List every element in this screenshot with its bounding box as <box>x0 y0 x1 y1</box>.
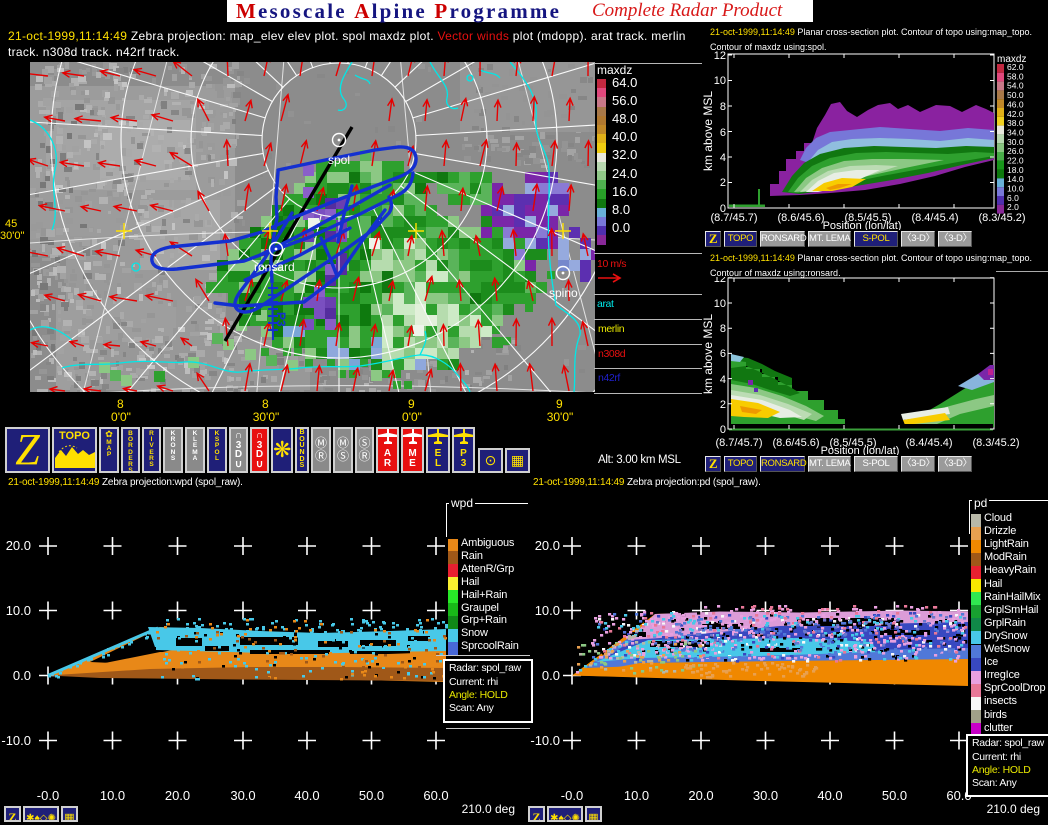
svg-text:30.0: 30.0 <box>230 788 255 803</box>
svg-text:Position (lon/lat): Position (lon/lat) <box>821 445 900 455</box>
svg-text:10.0: 10.0 <box>6 603 31 618</box>
svg-text:20.0: 20.0 <box>165 788 190 803</box>
svg-text:2.0: 2.0 <box>1007 202 1019 212</box>
svg-text:8: 8 <box>720 101 726 113</box>
svg-text:6: 6 <box>720 348 726 360</box>
svg-text:-10.0: -10.0 <box>530 733 560 748</box>
svg-text:30.0: 30.0 <box>753 788 778 803</box>
svg-text:2: 2 <box>720 177 726 189</box>
svg-text:0: 0 <box>720 424 726 436</box>
svg-text:6: 6 <box>720 127 726 139</box>
svg-text:10.0: 10.0 <box>100 788 125 803</box>
svg-text:10: 10 <box>714 75 726 87</box>
svg-text:km above MSL: km above MSL <box>701 314 715 394</box>
svg-text:(8.6/45.6): (8.6/45.6) <box>777 212 824 224</box>
svg-text:8: 8 <box>720 323 726 335</box>
svg-text:(8.6/45.6): (8.6/45.6) <box>772 437 819 449</box>
svg-text:40.0: 40.0 <box>294 788 319 803</box>
svg-text:10.0: 10.0 <box>535 603 560 618</box>
svg-text:P3: P3 <box>274 312 288 327</box>
svg-text:spino: spino <box>549 286 578 300</box>
svg-text:(8.7/45.7): (8.7/45.7) <box>715 437 762 449</box>
svg-text:50.0: 50.0 <box>359 788 384 803</box>
svg-text:0.0: 0.0 <box>542 668 560 683</box>
svg-text:12: 12 <box>714 277 726 285</box>
svg-text:km above MSL: km above MSL <box>701 91 715 171</box>
svg-text:(8.3/45.2): (8.3/45.2) <box>978 212 1025 224</box>
svg-text:spol: spol <box>328 153 350 167</box>
svg-text:20.0: 20.0 <box>688 788 713 803</box>
svg-text:(8.4/45.4): (8.4/45.4) <box>911 212 958 224</box>
svg-text:210.0 deg: 210.0 deg <box>462 802 515 816</box>
svg-text:10: 10 <box>714 298 726 310</box>
svg-text:-0.0: -0.0 <box>37 788 59 803</box>
svg-text:(8.3/45.2): (8.3/45.2) <box>972 437 1019 449</box>
svg-text:ronsard: ronsard <box>254 260 295 274</box>
svg-text:12: 12 <box>714 50 726 62</box>
svg-text:50.0: 50.0 <box>882 788 907 803</box>
svg-text:2: 2 <box>720 399 726 411</box>
svg-text:Position (lon/lat): Position (lon/lat) <box>823 220 902 230</box>
svg-text:20.0: 20.0 <box>535 538 560 553</box>
svg-text:10.0: 10.0 <box>624 788 649 803</box>
svg-text:40.0: 40.0 <box>817 788 842 803</box>
svg-text:60.0: 60.0 <box>423 788 448 803</box>
svg-text:-10.0: -10.0 <box>1 733 31 748</box>
svg-text:0.0: 0.0 <box>13 668 31 683</box>
svg-text:210.0 deg: 210.0 deg <box>987 802 1040 816</box>
svg-text:(8.7/45.7): (8.7/45.7) <box>710 212 757 224</box>
svg-text:20.0: 20.0 <box>6 538 31 553</box>
svg-text:4: 4 <box>720 374 726 386</box>
svg-text:(8.4/45.4): (8.4/45.4) <box>905 437 952 449</box>
svg-text:4: 4 <box>720 152 726 164</box>
svg-text:-0.0: -0.0 <box>561 788 583 803</box>
